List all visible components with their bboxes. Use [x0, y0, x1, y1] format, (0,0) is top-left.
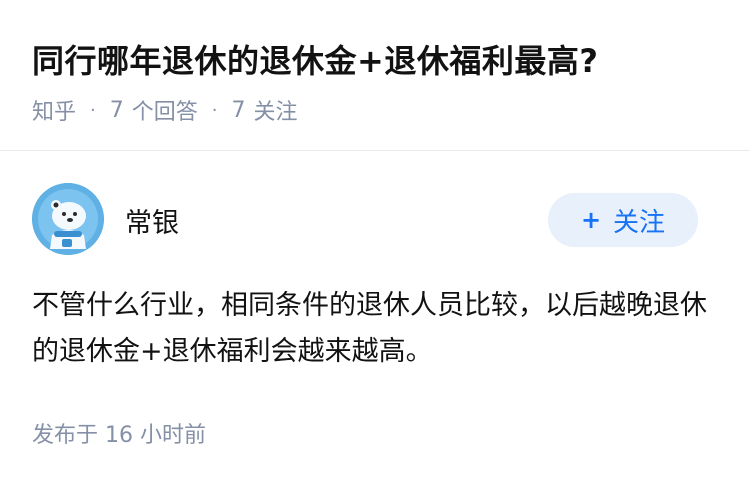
follower-count-label: 关注 [253, 100, 298, 125]
follower-count: 7 [231, 97, 246, 123]
question-title[interactable]: 同行哪年退休的退休金+退休福利最高? [32, 36, 598, 82]
question-header: 同行哪年退休的退休金+退休福利最高? 知乎 · 7 个回答 · 7 关注 [0, 0, 750, 150]
follow-button[interactable]: + 关注 [548, 193, 698, 247]
answer-card: 常银 + 关注 不管什么行业，相同条件的退休人员比较，以后越晚退休的退休金+退休… [0, 151, 750, 482]
answer-count-label[interactable]: 个回答 [132, 94, 198, 126]
source-label[interactable]: 知乎 [32, 94, 76, 126]
plus-icon: + [580, 206, 602, 234]
follow-button-label: 关注 [613, 207, 666, 238]
answer-content[interactable]: 不管什么行业，相同条件的退休人员比较，以后越晚退休的退休金+退休福利会越来越高。 [32, 283, 712, 375]
time-label: 发布于 [32, 423, 99, 448]
answer-count: 7 [109, 97, 124, 123]
answer-time: 发布于 16 小时前 [32, 417, 206, 449]
author-name[interactable]: 常银 [125, 201, 179, 240]
time-value: 16 小时前 [105, 423, 207, 448]
meta-separator: · [90, 99, 96, 121]
question-meta: 知乎 · 7 个回答 · 7 关注 [32, 94, 298, 126]
meta-separator: · [211, 99, 218, 121]
polar-bear-avatar-icon [32, 183, 104, 255]
avatar[interactable] [32, 183, 104, 255]
